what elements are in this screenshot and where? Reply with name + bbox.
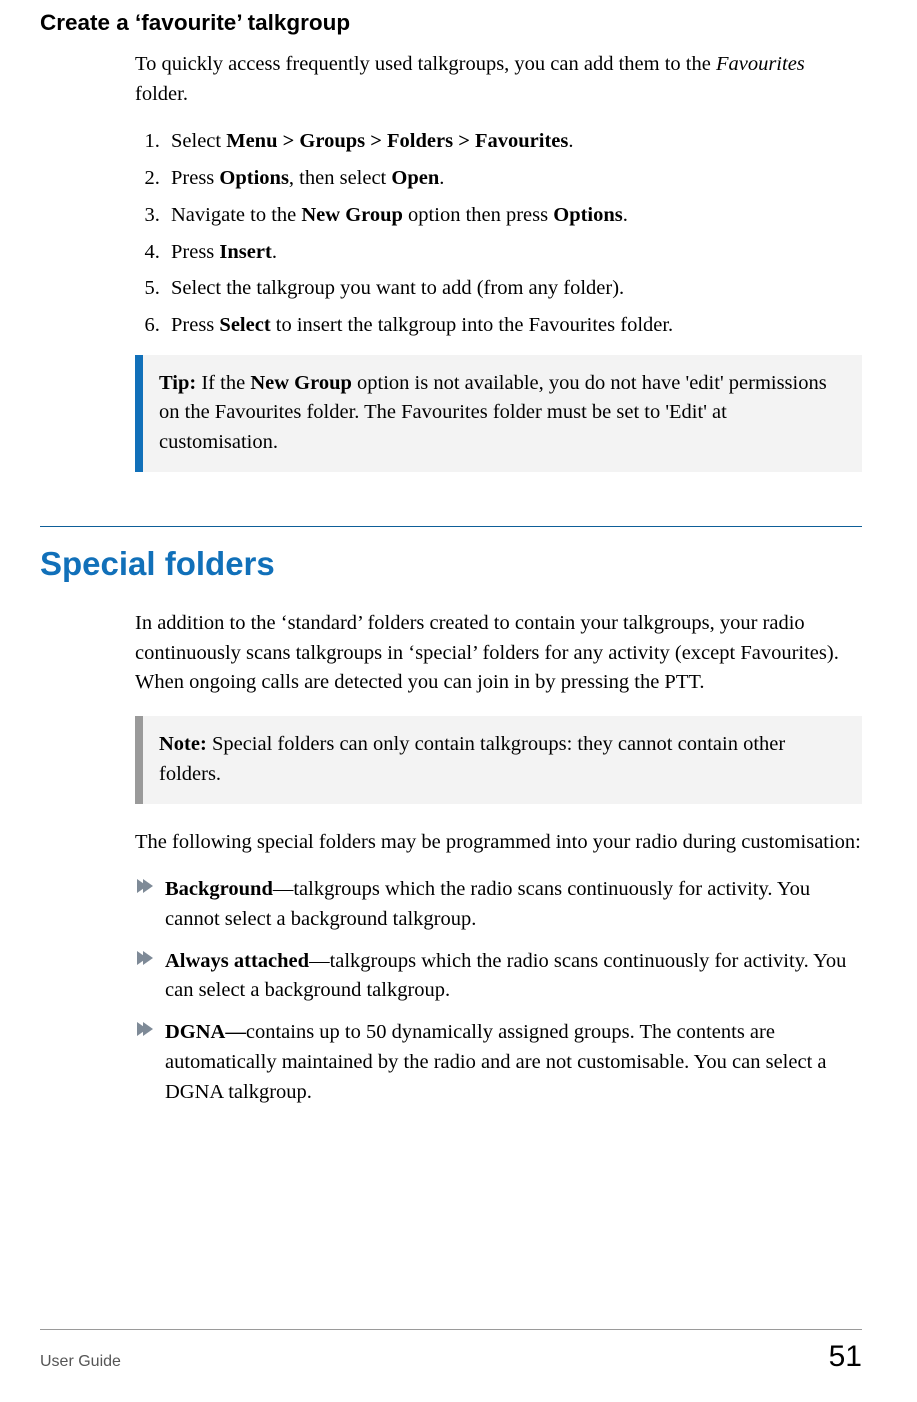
tip-text: If the New Group option is not available… (159, 372, 827, 453)
section1-body: To quickly access frequently used talkgr… (135, 50, 862, 472)
step-item: Press Select to insert the talkgroup int… (165, 311, 862, 341)
footer-doc-title: User Guide (40, 1353, 121, 1371)
step-item: Press Options, then select Open. (165, 164, 862, 194)
arrow-bullet-icon (135, 949, 153, 967)
steps-list: Select Menu > Groups > Folders > Favouri… (135, 127, 862, 340)
step-item: Navigate to the New Group option then pr… (165, 201, 862, 231)
page-number: 51 (829, 1340, 862, 1374)
intro-paragraph: To quickly access frequently used talkgr… (135, 50, 862, 109)
list-item: Always attached—talkgroups which the rad… (135, 947, 862, 1006)
list-item: Background—talkgroups which the radio sc… (135, 875, 862, 934)
tip-callout: Tip: If the New Group option is not avai… (135, 355, 862, 472)
step-item: Select the talkgroup you want to add (fr… (165, 274, 862, 304)
list-item-text: Background—talkgroups which the radio sc… (165, 878, 810, 930)
page: Create a ‘favourite’ talkgroup To quickl… (0, 0, 917, 1402)
special-folders-intro: In addition to the ‘standard’ folders cr… (135, 609, 862, 698)
list-item: DGNA—contains up to 50 dynamically assig… (135, 1018, 862, 1107)
special-folders-list: Background—talkgroups which the radio sc… (135, 875, 862, 1107)
special-folders-lead: The following special folders may be pro… (135, 828, 862, 858)
note-label: Note: (159, 733, 207, 755)
arrow-bullet-icon (135, 1020, 153, 1038)
step-item: Select Menu > Groups > Folders > Favouri… (165, 127, 862, 157)
section-divider (40, 526, 862, 527)
heading-create-favourite: Create a ‘favourite’ talkgroup (40, 10, 862, 36)
page-footer: User Guide 51 (40, 1329, 862, 1374)
note-callout: Note: Special folders can only contain t… (135, 716, 862, 803)
note-text: Special folders can only contain talkgro… (159, 733, 785, 785)
arrow-bullet-icon (135, 877, 153, 895)
footer-divider (40, 1329, 862, 1330)
heading-special-folders: Special folders (40, 545, 862, 583)
list-item-text: Always attached—talkgroups which the rad… (165, 950, 846, 1002)
step-item: Press Insert. (165, 238, 862, 268)
list-item-text: DGNA—contains up to 50 dynamically assig… (165, 1021, 827, 1102)
tip-label: Tip: (159, 372, 196, 394)
section2-body: In addition to the ‘standard’ folders cr… (135, 609, 862, 1107)
